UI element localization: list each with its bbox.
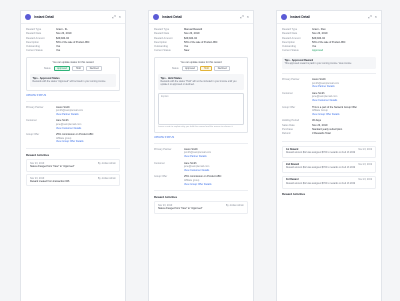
reward-detail-panel-1: Instant Detail ⤢ × Reward Type Grant - 3L… [20, 10, 126, 301]
panel-header: Instant Detail ⤢ × [149, 11, 253, 24]
reward-item: 1st Reward Nov 23, 2019 Reward amount $42… [282, 145, 376, 158]
field-current-status: Current Status New [154, 49, 190, 53]
field-current-status: Current Status Approved [282, 49, 324, 53]
status-options: Status Approved Hold Declined [30, 65, 116, 72]
group-offer: Group Offer 25% commission on Product AB… [26, 133, 94, 144]
tip-box: Tips - Hold Status Rewards with the stat… [158, 74, 244, 90]
status-options: Status Approved Hold Declined [158, 65, 244, 72]
status-declined-button[interactable]: Declined [214, 65, 231, 72]
reward-detail-panel-3: Instant Detail ⤢ × Reward Type Grant - Fl… [276, 10, 382, 301]
view-customer-link[interactable]: View Customer Details [312, 99, 337, 103]
customer: Customer Jane Smith jane@samplemail.com … [26, 119, 82, 131]
view-group-offer-link[interactable]: View Group Offer Details [56, 140, 93, 144]
update-status-box: You can update status for this reward St… [154, 56, 248, 133]
update-status-box: You can update status for this reward St… [26, 56, 120, 91]
expand-icon[interactable]: ⤢ [240, 15, 243, 19]
activity-item: Nov 23, 2019 By Jordan Admin Status chang… [26, 158, 120, 172]
tip-box: Tips - Approved Reward This approved rew… [282, 56, 376, 69]
activity-item: Nov 23, 2019 By Jordan Admin Reward creat… [26, 173, 120, 187]
close-icon[interactable]: × [119, 15, 121, 19]
panel-title: Instant Detail [34, 15, 55, 19]
activities-title: Reward Activities [154, 195, 178, 200]
primary-partner: Primary Partner Jason Smith jsmith@sampl… [154, 147, 212, 159]
update-status-link[interactable]: UPDATE STATUS [26, 94, 120, 97]
status-approved-button[interactable]: Approved [181, 65, 199, 72]
group-offer: Group Offer 25% commission on Product AB… [154, 175, 222, 187]
status-approved-button[interactable]: Approved [53, 65, 71, 72]
view-customer-link[interactable]: View Customer Details [56, 127, 81, 131]
status-hold-button[interactable]: Hold [72, 65, 85, 72]
reward-item: 3rd Reward Nov 23, 2019 Reward amount $42… [282, 176, 376, 189]
activities-title: Reward Activities [282, 191, 306, 196]
hold-reason-textarea[interactable]: Explain [158, 92, 244, 125]
status-hold-button[interactable]: Hold [200, 65, 213, 72]
update-question: You can update status for this reward [52, 60, 94, 64]
primary-partner: Primary Partner Jason Smith jsmith@sampl… [282, 77, 340, 89]
view-customer-link[interactable]: View Customer Details [184, 169, 209, 173]
group-offer: Group Offer This is a part of the Networ… [282, 105, 357, 117]
panel-title: Instant Detail [290, 15, 311, 19]
reward-icon [153, 14, 159, 20]
field-refund: Refund 3 Rewards Total [282, 132, 331, 136]
field-current-status: Current Status Yes [26, 49, 61, 53]
panel-header: Instant Detail ⤢ × [277, 11, 381, 24]
customer: Customer Jane Smith jane@samplemail.com … [282, 91, 338, 103]
expand-icon[interactable]: ⤢ [368, 15, 371, 19]
expand-icon[interactable]: ⤢ [112, 15, 115, 19]
view-partner-link[interactable]: View Partner Details [312, 85, 339, 89]
view-group-offer-link[interactable]: View Group Offer Details [312, 113, 357, 117]
panel-title: Instant Detail [162, 15, 183, 19]
tip-box: Tips - Approved Status Rewards with the … [30, 74, 116, 87]
reward-icon [25, 14, 31, 20]
reward-item: 2nd Reward Nov 23, 2019 Reward amount $42… [282, 160, 376, 174]
reward-icon [281, 14, 287, 20]
customer: Customer Jane Smith jane@samplemail.com … [154, 161, 210, 173]
panel-header: Instant Detail ⤢ × [21, 11, 125, 24]
view-group-offer-link[interactable]: View Group Offer Details [184, 183, 221, 187]
textarea-hint: Leave a note to explain why you hold thi… [158, 125, 234, 128]
view-partner-link[interactable]: View Partner Details [184, 155, 211, 159]
primary-partner: Primary Partner Jason Smith jsmith@sampl… [26, 105, 84, 117]
close-icon[interactable]: × [375, 15, 377, 19]
close-icon[interactable]: × [247, 15, 249, 19]
update-question: You can update status for this reward [180, 60, 222, 64]
update-status-link[interactable]: UPDATE STATUS [154, 136, 248, 139]
reward-detail-panel-2: Instant Detail ⤢ × Reward Type Manual Rew… [148, 10, 254, 301]
activities-title: Reward Activities [26, 152, 50, 157]
activity-item: Nov 23, 2019 By Jordan Admin Status chang… [154, 201, 248, 214]
view-partner-link[interactable]: View Partner Details [56, 113, 83, 117]
status-declined-button[interactable]: Declined [86, 65, 103, 72]
